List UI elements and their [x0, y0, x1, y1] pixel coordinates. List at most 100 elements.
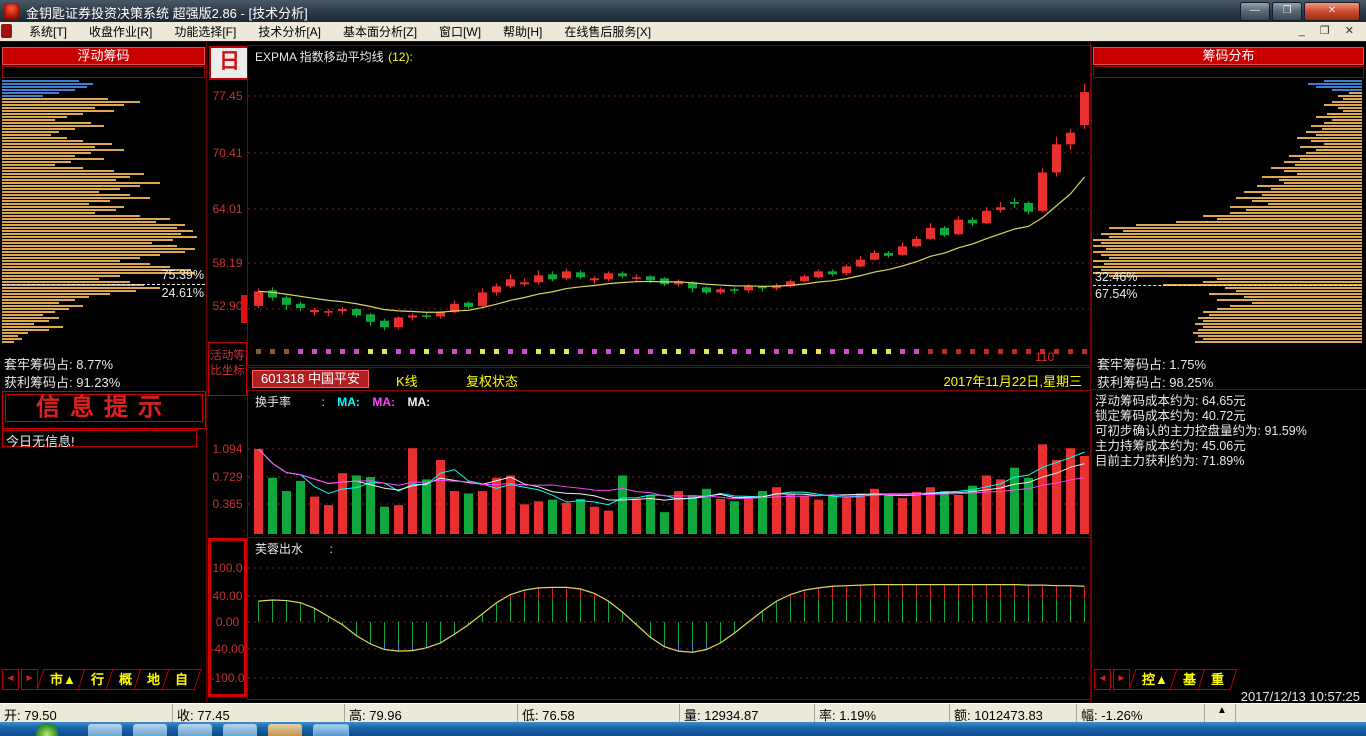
menu-item[interactable]: 功能选择[F]	[163, 23, 247, 40]
summary-line: 锁定筹码成本约为: 40.72元	[1095, 409, 1363, 424]
kline-label[interactable]: K线	[396, 371, 418, 390]
histogram-bar	[1203, 320, 1362, 322]
ma1-label: MA:	[329, 395, 360, 409]
restore-button[interactable]: ❐	[1272, 2, 1302, 21]
histogram-bar	[1316, 149, 1362, 151]
histogram-bar	[2, 326, 63, 328]
status-cell: 低: 76.58	[518, 704, 680, 723]
scale-mode-label[interactable]: 活动等 比坐标	[208, 342, 247, 396]
histogram-bar	[2, 146, 95, 148]
histogram-bar	[2, 320, 49, 322]
cursor-date: 2017年11月22日,星期三	[944, 371, 1083, 390]
menu-item[interactable]: 基本面分析[Z]	[332, 23, 428, 40]
histogram-bar	[1176, 221, 1362, 223]
histogram-bar	[2, 296, 89, 298]
histogram-bar	[2, 236, 197, 238]
histogram-bar	[1332, 101, 1362, 103]
tab-重[interactable]: 重	[1197, 669, 1237, 690]
right-pct-below: 67.54%	[1095, 287, 1137, 301]
histogram-bar	[2, 203, 89, 205]
histogram-bar	[2, 155, 75, 157]
histogram-bar	[2, 200, 110, 202]
left-pct-above: 75.39%	[162, 268, 204, 282]
taskbar-icon[interactable]	[223, 724, 257, 736]
turnover-header: 换手率 : MA: MA: MA:	[255, 393, 430, 411]
scroll-right-button[interactable]: ►	[21, 669, 38, 690]
taskbar-icon-active[interactable]	[313, 724, 349, 736]
histogram-bar	[1316, 86, 1362, 88]
minimize-button[interactable]: —	[1240, 2, 1270, 21]
turnover-chart[interactable]	[248, 391, 1089, 535]
scroll-right-button[interactable]: ►	[1113, 669, 1130, 690]
histogram-bar	[1093, 239, 1362, 241]
candlestick-chart[interactable]	[248, 46, 1089, 363]
symbol-badge[interactable]: 601318 中国平安	[252, 370, 369, 388]
menu-item[interactable]: 在线售后服务[X]	[553, 23, 662, 40]
tab-label: 自	[175, 670, 188, 689]
histogram-bar	[1295, 164, 1362, 166]
histogram-bar	[1338, 95, 1362, 97]
histogram-bar	[2, 254, 160, 256]
histogram-bar	[2, 290, 136, 292]
axis-tick-label: 70.41	[208, 146, 247, 160]
tab-自[interactable]: 自	[162, 669, 202, 690]
histogram-bar	[1262, 194, 1362, 196]
histogram-bar	[2, 113, 83, 115]
histogram-bar	[1271, 167, 1362, 169]
taskbar-icon[interactable]	[178, 724, 212, 736]
oscillator-chart[interactable]	[248, 538, 1089, 697]
histogram-bar	[2, 176, 130, 178]
histogram-bar	[1284, 170, 1362, 172]
osc-header: 芙蓉出水 :	[255, 540, 333, 558]
fuquan-label[interactable]: 复权状态	[466, 371, 518, 390]
windows-taskbar[interactable]	[0, 722, 1366, 736]
histogram-bar	[2, 275, 120, 277]
left-profit-chips: 获利筹码占: 91.23%	[4, 372, 120, 391]
histogram-bar	[2, 128, 75, 130]
histogram-bar	[1123, 230, 1362, 232]
symbol-name: 中国平安	[308, 371, 360, 386]
start-button[interactable]	[36, 723, 58, 736]
histogram-bar	[2, 230, 193, 232]
menu-item[interactable]: 收盘作业[R]	[78, 23, 163, 40]
histogram-bar	[2, 311, 55, 313]
histogram-bar	[1209, 314, 1362, 316]
axis-tick-label: 58.19	[208, 256, 247, 270]
menu-items: 系统[T]收盘作业[R]功能选择[F]技术分析[A]基本面分析[Z]窗口[W]帮…	[18, 22, 662, 41]
close-button[interactable]: ✕	[1304, 2, 1360, 21]
histogram-bar	[1203, 215, 1362, 217]
period-indicator[interactable]: 日	[209, 46, 250, 80]
scroll-left-button[interactable]: ◄	[1094, 669, 1111, 690]
histogram-bar	[2, 281, 130, 283]
histogram-bar	[1252, 302, 1362, 304]
right-locked-chips: 套牢筹码占: 1.75%	[1097, 354, 1206, 373]
scroll-left-button[interactable]: ◄	[2, 669, 19, 690]
chip-distribution-histogram	[1093, 80, 1362, 344]
mdi-window-controls[interactable]: _ ❐ ✕	[1299, 24, 1360, 37]
menu-item[interactable]: 技术分析[A]	[247, 23, 332, 40]
histogram-bar	[2, 119, 55, 121]
histogram-bar	[2, 305, 83, 307]
info-message: 今日无信息!	[2, 430, 197, 447]
histogram-bar	[2, 134, 51, 136]
histogram-bar	[2, 341, 14, 343]
histogram-bar	[1101, 242, 1362, 244]
histogram-bar	[2, 314, 43, 316]
histogram-bar	[1109, 236, 1362, 238]
histogram-bar	[1324, 80, 1362, 82]
taskbar-icon[interactable]	[133, 724, 167, 736]
status-expand-marker[interactable]: ▲	[1205, 704, 1236, 723]
taskbar-icon[interactable]	[88, 724, 122, 736]
taskbar-icon[interactable]	[268, 724, 302, 736]
menu-item[interactable]: 窗口[W]	[428, 23, 492, 40]
menu-item[interactable]: 帮助[H]	[492, 23, 553, 40]
status-cell: 开: 79.50	[0, 704, 173, 723]
right-pct-above: 32.46%	[1095, 270, 1137, 284]
histogram-bar	[1225, 287, 1362, 289]
status-cell: 高: 79.96	[345, 704, 518, 723]
histogram-bar	[1343, 98, 1362, 100]
left-locked-chips: 套牢筹码占: 8.77%	[4, 354, 113, 373]
tab-label: 基	[1183, 670, 1196, 689]
histogram-bar	[2, 122, 91, 124]
menu-item[interactable]: 系统[T]	[18, 23, 78, 40]
